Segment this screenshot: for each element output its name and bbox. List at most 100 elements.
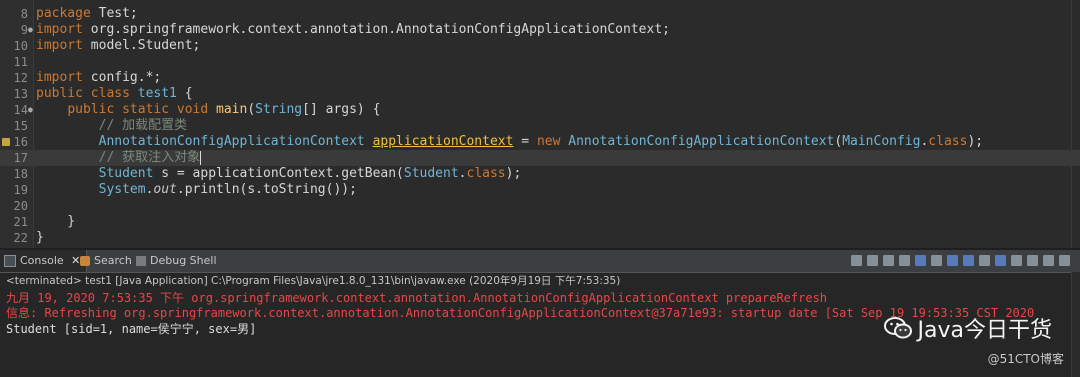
code-text: Student s = applicationContext.getBean(S…: [36, 166, 522, 182]
fold-marker-icon[interactable]: ●: [28, 102, 33, 118]
code-line[interactable]: 20: [0, 198, 1080, 214]
watermark-brand: Java今日干货: [917, 318, 1052, 343]
line-number: 19: [13, 183, 28, 197]
tab-console[interactable]: Console ✕: [0, 250, 88, 272]
fold-marker-icon[interactable]: ●: [28, 22, 33, 38]
code-token: new: [536, 134, 561, 149]
code-token: String: [255, 102, 303, 117]
code-line[interactable]: 9 ● import org.springframework.context.ann…: [0, 22, 1080, 38]
console-scrollbar[interactable]: [1071, 272, 1080, 377]
tab-search[interactable]: Search: [80, 250, 132, 272]
display-console-icon[interactable]: [995, 255, 1006, 266]
code-token: [] args) {: [302, 102, 381, 117]
code-token: package: [36, 6, 91, 21]
word-wrap-icon[interactable]: [931, 255, 942, 266]
code-token: );: [505, 166, 522, 181]
code-token: class: [928, 134, 968, 149]
code-line[interactable]: 8 package Test;: [0, 6, 1080, 22]
code-token: .: [458, 166, 467, 181]
maximize-icon[interactable]: [1059, 255, 1070, 266]
minimize-icon[interactable]: [1043, 255, 1054, 266]
warning-marker-icon[interactable]: [2, 138, 10, 146]
remove-launch-icon[interactable]: [867, 255, 878, 266]
code-line[interactable]: 12 import config.*;: [0, 70, 1080, 86]
terminate-icon[interactable]: [851, 255, 862, 266]
code-token: model.Student;: [82, 38, 201, 53]
code-token: public static void: [67, 102, 209, 117]
code-token: }: [36, 214, 76, 229]
code-text: }: [36, 214, 75, 230]
line-number: 22: [13, 231, 28, 245]
code-line[interactable]: 15 // 加载配置类: [0, 118, 1080, 134]
code-token: (: [834, 134, 843, 149]
code-token: MainConfig: [842, 134, 921, 149]
code-token: =: [513, 134, 537, 149]
code-line[interactable]: 19 System.out.println(s.toString());: [0, 182, 1080, 198]
code-text: public class test1 {: [36, 86, 193, 102]
code-text: // 获取注入对象: [36, 150, 202, 166]
code-token: import: [36, 38, 83, 53]
code-token: config.*;: [82, 70, 162, 85]
scroll-lock-icon[interactable]: [915, 255, 926, 266]
code-token: applicationContext: [372, 134, 514, 149]
line-number: 12: [13, 71, 28, 85]
line-number: 14: [13, 103, 28, 117]
console-icon: [4, 255, 16, 267]
code-token: // 获取注入对象: [98, 150, 201, 165]
code-line[interactable]: 22}: [0, 230, 1080, 246]
tab-search-label: Search: [94, 254, 132, 267]
code-token: out: [153, 182, 177, 197]
code-token: import: [36, 22, 83, 37]
code-line[interactable]: 18 Student s = applicationContext.getBea…: [0, 166, 1080, 182]
tab-debug-shell[interactable]: Debug Shell: [136, 250, 217, 272]
open-console-icon[interactable]: [1011, 255, 1022, 266]
line-number: 20: [13, 199, 28, 213]
code-text: public static void main(String[] args) {: [36, 102, 380, 118]
code-line[interactable]: 21 }: [0, 214, 1080, 230]
console-toolbar: [851, 255, 1070, 267]
code-token: import: [36, 70, 83, 85]
watermark: Java今日干货: [883, 312, 1052, 344]
code-text: package Test;: [36, 6, 138, 22]
pin-console-icon[interactable]: [979, 255, 990, 266]
code-line[interactable]: 14 ● public static void main(String[] arg…: [0, 102, 1080, 118]
code-text: import config.*;: [36, 70, 161, 86]
code-token: test1: [129, 86, 177, 101]
remove-all-icon[interactable]: [883, 255, 894, 266]
code-line[interactable]: 16 AnnotationConfigApplicationContext ap…: [0, 134, 1080, 150]
line-number: 11: [13, 55, 28, 69]
line-number: 18: [13, 167, 28, 181]
console-output-line: Student [sid=1, name=侯宁宁, sex=男]: [6, 322, 257, 336]
show-on-stderr-icon[interactable]: [963, 255, 974, 266]
code-line[interactable]: 11: [0, 54, 1080, 70]
code-line[interactable]: 17 // 获取注入对象: [0, 150, 1080, 166]
watermark-source: @51CTO博客: [987, 352, 1064, 366]
code-editor[interactable]: 8 package Test; 9 ● import org.springframewo…: [0, 0, 1080, 248]
code-line[interactable]: 10 import model.Student;: [0, 38, 1080, 54]
line-number: 15: [13, 119, 28, 133]
text-cursor: [200, 150, 202, 165]
show-on-stdout-icon[interactable]: [947, 255, 958, 266]
code-token: AnnotationConfigApplicationContext: [98, 134, 365, 149]
console-output-line: 信息: Refreshing org.springframework.conte…: [6, 306, 1035, 320]
code-token: AnnotationConfigApplicationContext: [560, 134, 835, 149]
code-token: System: [98, 182, 146, 197]
close-icon[interactable]: ✕: [71, 254, 80, 267]
clear-console-icon[interactable]: [899, 255, 910, 266]
view-menu-icon[interactable]: [1027, 255, 1038, 266]
code-text: import org.springframework.context.annot…: [36, 22, 670, 38]
code-token: }: [36, 230, 44, 245]
line-number: 9: [20, 23, 28, 37]
line-number: 21: [13, 215, 28, 229]
code-token: public class: [36, 86, 130, 101]
wechat-icon: [883, 317, 912, 339]
line-number: 10: [13, 39, 28, 53]
code-token: (: [247, 102, 256, 117]
code-line[interactable]: 13 public class test1 {: [0, 86, 1080, 102]
